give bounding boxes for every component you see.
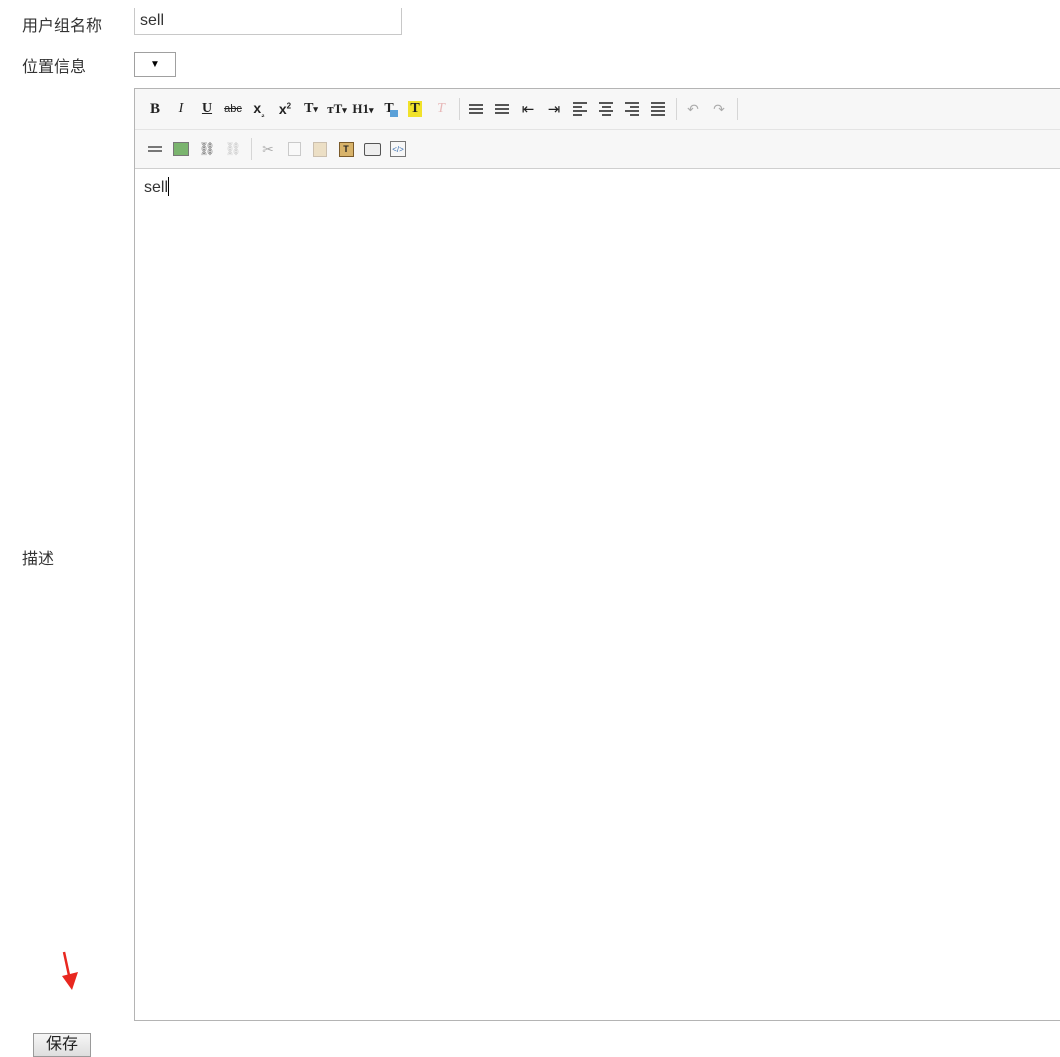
text-color-icon[interactable]: T — [377, 97, 401, 121]
unlink-icon[interactable]: ⛓ — [221, 137, 245, 161]
toolbar-separator — [676, 98, 677, 120]
toolbar-separator — [459, 98, 460, 120]
group-name-label: 用户组名称 — [22, 18, 103, 35]
font-size-icon[interactable]: тT▾ — [325, 97, 349, 121]
remove-format-icon[interactable]: T — [429, 97, 453, 121]
paste-icon[interactable] — [308, 137, 332, 161]
red-arrow-annotation-icon — [62, 951, 78, 990]
editor-toolbar-row-1: B I U abc x₂ x2 T▾ тT▾ H1▾ T T T ⇤ ⇥ ↶ ↷ — [135, 89, 1060, 130]
redo-icon[interactable]: ↷ — [707, 97, 731, 121]
copy-icon[interactable] — [282, 137, 306, 161]
editor-content-area[interactable]: sell — [135, 169, 1060, 1020]
link-icon[interactable]: ⛓ — [195, 137, 219, 161]
align-justify-icon[interactable] — [646, 97, 670, 121]
location-select[interactable]: ▼ — [134, 52, 176, 77]
toolbar-separator — [251, 138, 252, 160]
underline-icon[interactable]: U — [195, 97, 219, 121]
cut-icon[interactable]: ✂ — [256, 137, 280, 161]
align-right-icon[interactable] — [620, 97, 644, 121]
italic-icon[interactable]: I — [169, 97, 193, 121]
text-caret — [168, 177, 170, 196]
toolbar-separator — [737, 98, 738, 120]
description-label: 描述 — [22, 551, 55, 568]
horizontal-rule-icon[interactable] — [143, 137, 167, 161]
heading-icon[interactable]: H1▾ — [351, 97, 375, 121]
image-icon[interactable] — [169, 137, 193, 161]
subscript-icon[interactable]: x₂ — [247, 97, 271, 121]
editor-toolbar-row-2: ⛓ ⛓ ✂ T </> — [135, 130, 1060, 169]
bold-icon[interactable]: B — [143, 97, 167, 121]
indent-icon[interactable]: ⇥ — [542, 97, 566, 121]
save-button[interactable]: 保存 — [33, 1033, 91, 1057]
align-left-icon[interactable] — [568, 97, 592, 121]
highlight-icon[interactable]: T — [403, 97, 427, 121]
rich-text-editor: B I U abc x₂ x2 T▾ тT▾ H1▾ T T T ⇤ ⇥ ↶ ↷… — [134, 88, 1060, 1021]
outdent-icon[interactable]: ⇤ — [516, 97, 540, 121]
location-label: 位置信息 — [22, 59, 87, 76]
bullet-list-icon[interactable] — [464, 97, 488, 121]
strikethrough-icon[interactable]: abc — [221, 97, 245, 121]
undo-icon[interactable]: ↶ — [681, 97, 705, 121]
chevron-down-icon: ▼ — [150, 59, 160, 70]
print-icon[interactable] — [360, 137, 384, 161]
font-family-icon[interactable]: T▾ — [299, 97, 323, 121]
numbered-list-icon[interactable] — [490, 97, 514, 121]
editor-text: sell — [144, 179, 169, 196]
paste-text-icon[interactable]: T — [334, 137, 358, 161]
source-code-icon[interactable]: </> — [386, 137, 410, 161]
superscript-icon[interactable]: x2 — [273, 97, 297, 121]
align-center-icon[interactable] — [594, 97, 618, 121]
group-name-input[interactable] — [134, 8, 402, 35]
